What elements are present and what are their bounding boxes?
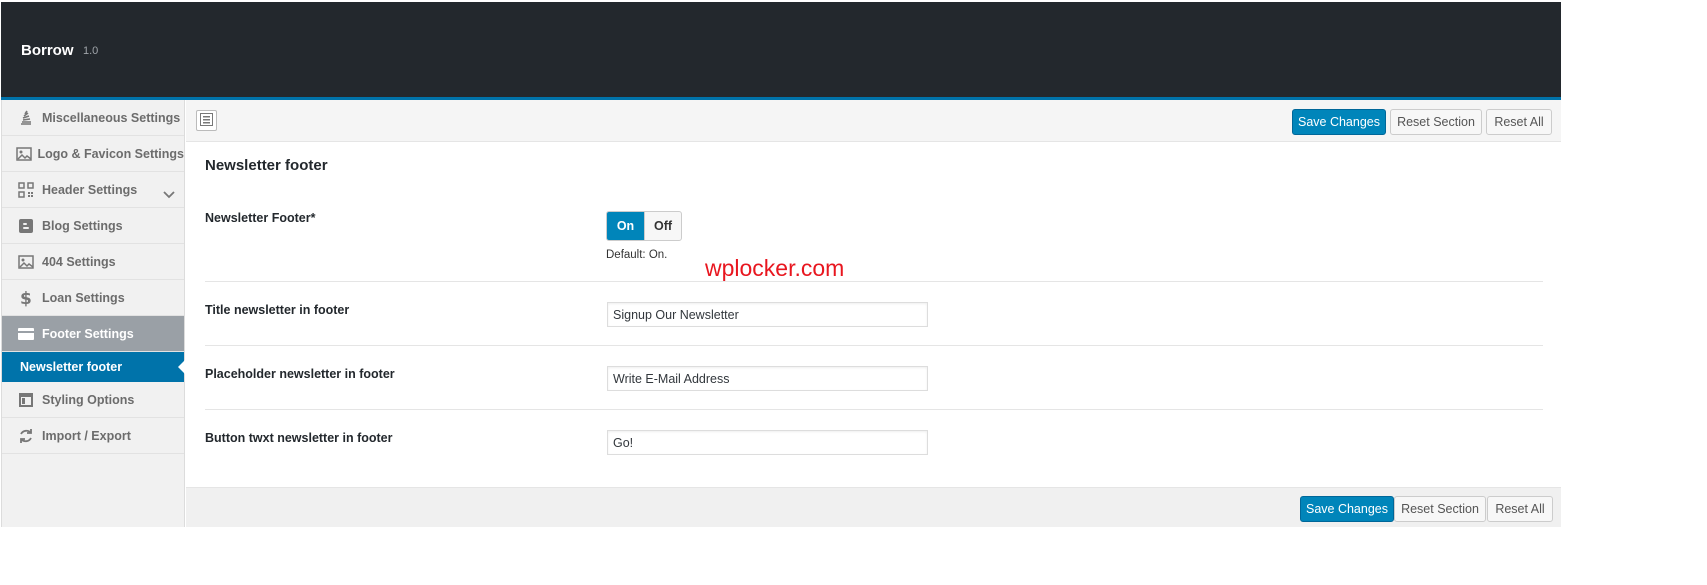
title-newsletter-label: Title newsletter in footer <box>205 303 350 317</box>
placeholder-newsletter-input[interactable] <box>607 366 928 391</box>
sidebar-item-label: Newsletter footer <box>20 360 123 374</box>
sidebar-item-label: Loan Settings <box>42 290 125 305</box>
reset-section-button-bottom[interactable]: Reset Section <box>1394 496 1486 522</box>
watermark-text: wplocker.com <box>705 255 845 281</box>
sidebar-item-logo-favicon[interactable]: Logo & Favicon Settings <box>2 136 184 172</box>
active-indicator <box>178 360 185 374</box>
title-newsletter-input[interactable] <box>607 302 928 327</box>
sidebar-item-header[interactable]: Header Settings <box>2 172 184 208</box>
dollar-icon: $ <box>14 289 38 307</box>
sidebar-item-label: Header Settings <box>42 182 138 197</box>
sidebar-item-label: Miscellaneous Settings <box>42 110 181 125</box>
svg-text:$: $ <box>20 289 32 307</box>
options-panel: Borrow 1.0 Miscellaneous Settings Logo &… <box>0 2 1707 577</box>
sidebar-item-label: 404 Settings <box>42 254 116 269</box>
bottom-toolbar: Save Changes Reset Section Reset All <box>186 487 1561 527</box>
expand-options-button[interactable] <box>196 110 217 131</box>
chevron-down-icon[interactable] <box>163 184 175 203</box>
divider <box>205 281 1543 282</box>
sidebar-item-footer[interactable]: Footer Settings <box>2 316 184 352</box>
sidebar-item-404[interactable]: 404 Settings <box>2 244 184 280</box>
sidebar-item-blog[interactable]: Blog Settings <box>2 208 184 244</box>
window-icon <box>14 392 38 408</box>
newsletter-footer-label: Newsletter Footer* <box>205 211 316 225</box>
button-text-newsletter-label: Button twxt newsletter in footer <box>205 431 393 445</box>
blogger-icon <box>14 218 38 234</box>
sidebar-item-label: Blog Settings <box>42 218 123 233</box>
button-text-newsletter-input[interactable] <box>607 430 928 455</box>
sidebar-item-label: Logo & Favicon Settings <box>37 146 184 161</box>
newsletter-footer-switch[interactable]: On Off <box>606 211 682 241</box>
default-note: Default: On. <box>606 249 668 261</box>
sidebar-item-styling[interactable]: Styling Options <box>2 382 184 418</box>
reset-all-button-top[interactable]: Reset All <box>1486 109 1552 135</box>
sidebar-item-loan[interactable]: $ Loan Settings <box>2 280 184 316</box>
image-icon <box>14 146 33 161</box>
main-content: Save Changes Reset Section Reset All New… <box>186 100 1561 527</box>
expand-icon <box>200 111 213 130</box>
app-name: Borrow <box>21 42 74 59</box>
sidebar-item-miscellaneous[interactable]: Miscellaneous Settings <box>2 100 184 136</box>
top-toolbar: Save Changes Reset Section Reset All <box>186 100 1561 142</box>
sidebar-item-label: Styling Options <box>42 392 135 407</box>
credit-card-icon <box>14 327 38 341</box>
reset-all-button-bottom[interactable]: Reset All <box>1487 496 1553 522</box>
qrcode-icon <box>14 181 38 198</box>
sidebar-item-label: Import / Export <box>42 428 131 443</box>
stack-icon <box>14 110 38 126</box>
refresh-icon <box>14 428 38 444</box>
section-title: Newsletter footer <box>205 157 328 174</box>
divider <box>205 409 1543 410</box>
sidebar-subitem-newsletter-footer[interactable]: Newsletter footer <box>2 352 185 382</box>
reset-section-button-top[interactable]: Reset Section <box>1390 109 1482 135</box>
save-changes-button-bottom[interactable]: Save Changes <box>1300 496 1394 522</box>
app-version: 1.0 <box>83 45 99 57</box>
sidebar-item-label: Footer Settings <box>42 326 134 341</box>
switch-off-button[interactable]: Off <box>644 212 681 240</box>
switch-on-button[interactable]: On <box>607 212 644 240</box>
sidebar-item-import-export[interactable]: Import / Export <box>2 418 184 454</box>
image-icon <box>14 254 38 269</box>
save-changes-button-top[interactable]: Save Changes <box>1292 109 1386 135</box>
placeholder-newsletter-label: Placeholder newsletter in footer <box>205 367 395 381</box>
panel-header: Borrow 1.0 <box>1 2 1561 100</box>
sidebar: Miscellaneous Settings Logo & Favicon Se… <box>1 100 185 527</box>
divider <box>205 345 1543 346</box>
